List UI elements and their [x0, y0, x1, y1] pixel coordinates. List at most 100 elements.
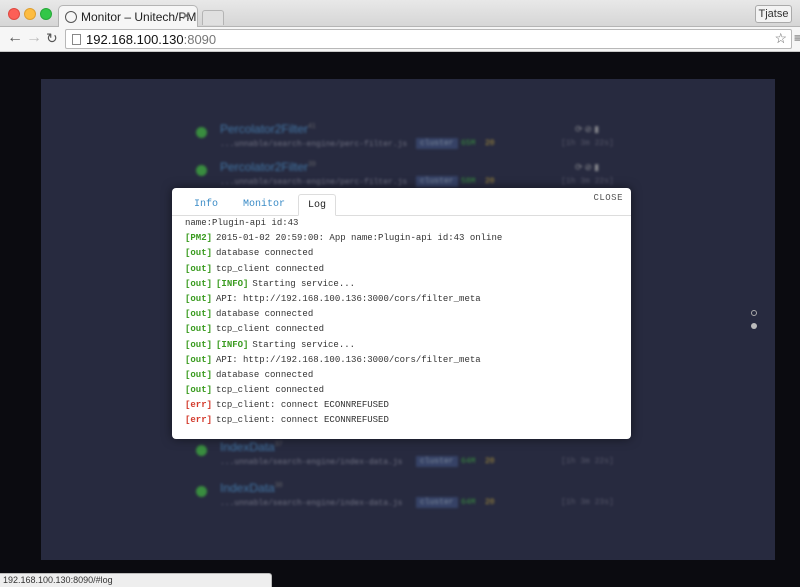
log-tag: [out] — [185, 385, 213, 396]
process-path: ...unnable/search-engine/perc-filter.js — [220, 178, 408, 187]
log-text: database connected — [216, 309, 314, 320]
tab-monitor[interactable]: Monitor — [238, 194, 290, 216]
process-uptime: [1h 3m 22s] — [561, 177, 614, 186]
address-bar[interactable]: 192.168.100.130:8090 ☆ — [65, 29, 792, 49]
log-line: [out] tcp_client connected — [185, 322, 625, 337]
log-text: API: http://192.168.100.136:3000/cors/fi… — [216, 354, 481, 365]
bookmark-star-icon[interactable]: ☆ — [774, 30, 787, 47]
modal-tab-bar: Info Monitor Log CLOSE — [172, 188, 631, 216]
log-text: tcp_client connected — [216, 263, 325, 274]
status-ok-icon — [196, 127, 207, 138]
status-ok-icon — [196, 165, 207, 176]
log-text: database connected — [216, 248, 314, 259]
log-text: tcp_client: connect ECONNREFUSED — [216, 415, 389, 426]
process-mode-badge: cluster — [416, 138, 458, 149]
process-log-modal: Info Monitor Log CLOSE name:Plugin-api i… — [172, 188, 631, 439]
page-icon — [72, 34, 81, 45]
log-tag: [out] — [185, 339, 213, 350]
new-tab-button[interactable] — [202, 10, 224, 25]
log-line: name:Plugin-api id:43 — [185, 216, 625, 231]
process-memory: 65M — [461, 139, 476, 148]
process-memory: 58M — [461, 177, 476, 186]
process-name: IndexData38 — [220, 481, 283, 495]
pager-dot[interactable] — [751, 310, 757, 316]
log-tag: [out] — [185, 293, 213, 304]
log-tag: [out] — [185, 369, 213, 380]
forward-icon[interactable]: → — [26, 29, 42, 47]
log-line: [out] database connected — [185, 307, 625, 322]
process-uptime: [1h 3m 23s] — [561, 498, 614, 507]
status-bar-url: 192.168.100.130:8090/#log — [0, 573, 272, 587]
process-name: IndexData37 — [220, 440, 283, 454]
log-tag: [err] — [185, 400, 213, 411]
browser-titlebar: Monitor – Unitech/PM2 ✕ Tjatse — [0, 0, 800, 28]
reload-icon[interactable]: ↻ — [46, 30, 58, 47]
process-name: Percolator2Filter41 — [220, 122, 316, 136]
process-path: ...unnable/search-engine/perc-filter.js — [220, 140, 408, 149]
pager-dot-active[interactable] — [751, 323, 757, 329]
browser-toolbar: ← → ↻ 192.168.100.130:8090 ☆ — [0, 27, 800, 52]
log-line: [out] API: http://192.168.100.136:3000/co… — [185, 353, 625, 368]
log-tag: [err] — [185, 415, 213, 426]
log-text: tcp_client connected — [216, 385, 325, 396]
favicon-icon — [65, 11, 77, 23]
tab-log[interactable]: Log — [298, 194, 336, 216]
process-actions-icons[interactable]: ⟳⊘▮ — [575, 162, 601, 173]
process-path: ...unnable/search-engine/index-data.js — [220, 499, 403, 508]
process-uptime: [1h 3m 22s] — [561, 457, 614, 466]
log-line: [out] database connected — [185, 368, 625, 383]
process-memory: 64M — [461, 498, 476, 507]
log-line: [PM2] 2015-01-02 20:59:00: App name:Plugi… — [185, 231, 625, 246]
log-tag: [out] — [185, 354, 213, 365]
tab-info[interactable]: Info — [186, 194, 226, 216]
log-line: [out] database connected — [185, 246, 625, 261]
log-tag: [out] — [185, 248, 213, 259]
profile-button[interactable]: Tjatse — [755, 5, 792, 23]
status-ok-icon — [196, 486, 207, 497]
log-text: API: http://192.168.100.136:3000/cors/fi… — [216, 293, 481, 304]
log-tag: [out] — [185, 309, 213, 320]
log-text: 2015-01-02 20:59:00: App name:Plugin-api… — [216, 233, 503, 244]
process-mode-badge: cluster — [416, 176, 458, 187]
log-line: [out] [INFO] Starting service... — [185, 338, 625, 353]
log-text: Starting service... — [252, 278, 356, 289]
tab-close-icon[interactable]: ✕ — [181, 9, 191, 23]
process-memory: 64M — [461, 457, 476, 466]
url-port: :8090 — [183, 32, 217, 47]
url-host: 192.168.100.130 — [86, 32, 184, 47]
log-info-tag: [INFO] — [216, 278, 249, 289]
log-output[interactable]: name:Plugin-api id:43 [PM2] 2015-01-02 20:… — [185, 216, 625, 439]
log-line: [out] API: http://192.168.100.136:3000/co… — [185, 292, 625, 307]
window-maximize-button[interactable] — [40, 8, 52, 20]
process-cpu: 20 — [485, 177, 495, 186]
log-text: tcp_client: connect ECONNREFUSED — [216, 400, 389, 411]
process-mode-badge: cluster — [416, 456, 458, 467]
browser-menu-icon[interactable]: ≡ — [794, 31, 800, 45]
process-path: ...unnable/search-engine/index-data.js — [220, 458, 403, 467]
log-info-tag: [INFO] — [216, 339, 249, 350]
process-name: Percolator2Filter39 — [220, 160, 316, 174]
log-line: [err] tcp_client: connect ECONNREFUSED — [185, 413, 625, 428]
back-icon[interactable]: ← — [7, 29, 23, 47]
log-line: [out] tcp_client connected — [185, 383, 625, 398]
log-tag: [out] — [185, 263, 213, 274]
status-ok-icon — [196, 445, 207, 456]
log-text: Starting service... — [252, 339, 356, 350]
process-actions-icons[interactable]: ⟳⊘▮ — [575, 124, 601, 135]
window-minimize-button[interactable] — [24, 8, 36, 20]
log-text: name:Plugin-api id:43 — [185, 218, 299, 228]
window-close-button[interactable] — [8, 8, 20, 20]
browser-tab-active[interactable]: Monitor – Unitech/PM2 ✕ — [58, 5, 198, 28]
process-uptime: [1h 3m 22s] — [561, 139, 614, 148]
close-button[interactable]: CLOSE — [593, 193, 623, 203]
log-line: [err] tcp_client: connect ECONNREFUSED — [185, 398, 625, 413]
log-line: [out] [INFO] Starting service... — [185, 277, 625, 292]
log-tag: [PM2] — [185, 233, 213, 244]
log-text: tcp_client connected — [216, 324, 325, 335]
process-mode-badge: cluster — [416, 497, 458, 508]
log-tag: [out] — [185, 324, 213, 335]
process-cpu: 20 — [485, 139, 495, 148]
log-text: database connected — [216, 369, 314, 380]
process-cpu: 20 — [485, 498, 495, 507]
log-line: [out] tcp_client connected — [185, 262, 625, 277]
